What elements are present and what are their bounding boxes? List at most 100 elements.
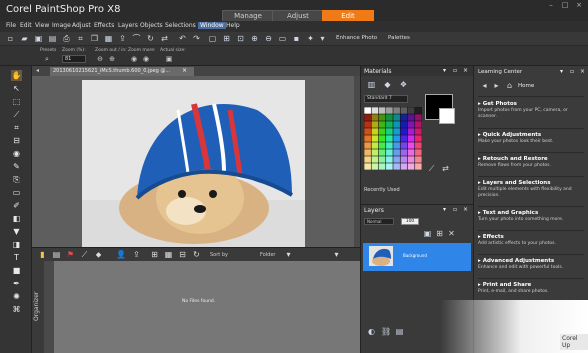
lc-item-effects[interactable]: ▸ Effects Add artistic effects to your p…	[478, 234, 586, 247]
share-icon[interactable]: ⇪	[118, 34, 127, 43]
person-icon[interactable]: 👤	[116, 250, 126, 259]
red-eye-tool-icon[interactable]: ◉	[11, 148, 22, 159]
crop-tool-icon[interactable]: ⌗	[11, 122, 22, 133]
refresh-icon[interactable]: ↻	[192, 250, 201, 259]
frame-mode-icon[interactable]: ▥	[367, 80, 376, 89]
edit-icon[interactable]: ⟋	[80, 250, 89, 259]
materials-menu-icon[interactable]: ▾	[443, 67, 446, 74]
document-tab[interactable]: 20130610215621_iMcS.thumb.600_0.jpeg @..…	[50, 67, 194, 76]
thumbnail-size-icon[interactable]: ▦	[164, 250, 173, 259]
zoom-out-button-icon[interactable]: ⊖	[96, 55, 104, 63]
lc-item-text-graphics[interactable]: ▸ Text and Graphics Turn your photo into…	[478, 210, 586, 223]
menu-help[interactable]: Help	[226, 22, 240, 29]
tab-scroll-left-icon[interactable]: ◂	[36, 67, 39, 74]
straighten-tool-icon[interactable]: ⊟	[11, 135, 22, 146]
tab-adjust[interactable]: Adjust	[272, 10, 324, 21]
zoom-out-icon[interactable]: ⊖	[264, 34, 273, 43]
tag-icon[interactable]: ⬥	[94, 250, 103, 259]
zoom-more-out-icon[interactable]: ◉	[130, 55, 138, 63]
undo-icon[interactable]: ↶	[178, 34, 187, 43]
open-icon[interactable]: ▰	[20, 34, 29, 43]
home-link[interactable]: Home	[518, 83, 534, 89]
fit-window-icon[interactable]: ▭	[278, 34, 287, 43]
layers-pin-icon[interactable]: ▫	[453, 206, 457, 213]
materials-close-icon[interactable]: ×	[463, 67, 468, 74]
new-layer-icon[interactable]: ▣	[423, 229, 432, 238]
layer-group-icon[interactable]: ▤	[395, 327, 404, 336]
flip-icon[interactable]: ⇄	[160, 34, 169, 43]
warp-brush-icon[interactable]: ✺	[11, 291, 22, 302]
menu-selections[interactable]: Selections	[165, 22, 196, 29]
organizer-collapse-icon[interactable]: ▾	[332, 250, 341, 259]
copy-icon[interactable]: ❐	[90, 34, 99, 43]
rotate-icon[interactable]: ↻	[146, 34, 155, 43]
text-tool-icon[interactable]: T	[11, 252, 22, 263]
view-icon[interactable]: ⊞	[150, 250, 159, 259]
update-tooltip[interactable]: Corel Up	[560, 334, 588, 350]
menu-image[interactable]: Image	[52, 22, 71, 29]
organizer-nav-strip[interactable]	[44, 261, 54, 353]
layers-menu-icon[interactable]: ▾	[443, 206, 446, 213]
red-flag-icon[interactable]: ⚑	[66, 250, 75, 259]
home-icon[interactable]: ⌂	[505, 81, 514, 90]
canvas-size-icon[interactable]: ⊡	[236, 34, 245, 43]
crop-icon[interactable]: ⌗	[76, 34, 85, 43]
blend-mode-dropdown[interactable]: Normal	[364, 218, 394, 225]
document-close-icon[interactable]: ×	[182, 67, 187, 74]
clone-tool-icon[interactable]: ⎘	[11, 174, 22, 185]
fill-tool-icon[interactable]: ▼	[11, 226, 22, 237]
zoom-field[interactable]: 81	[62, 55, 86, 63]
layer-mask-icon[interactable]: ◐	[367, 327, 376, 336]
menu-edit[interactable]: Edit	[20, 22, 32, 29]
materials-pin-icon[interactable]: ▫	[453, 67, 457, 74]
gradient-tool-icon[interactable]: ◨	[11, 239, 22, 250]
print-icon[interactable]: ⎙	[62, 34, 71, 43]
dropdown-chevron-icon[interactable]: ▾	[284, 250, 293, 259]
lc-item-advanced-adjustments[interactable]: ▸ Advanced Adjustments Enhance and edit …	[478, 258, 586, 271]
close-icon[interactable]: ×	[572, 1, 586, 9]
minimize-icon[interactable]: –	[544, 1, 558, 9]
lc-item-get-photos[interactable]: ▸ Get Photos Import photos from your PC,…	[478, 101, 586, 120]
selection-tool-icon[interactable]: ⬚	[11, 96, 22, 107]
scratch-remover-icon[interactable]: ▭	[11, 187, 22, 198]
learning-close-icon[interactable]: ×	[580, 68, 585, 75]
folder-icon[interactable]: ▮	[38, 250, 47, 259]
full-screen-icon[interactable]: ▪	[292, 34, 301, 43]
enhance-photo-dropdown[interactable]: Enhance Photo	[336, 35, 377, 41]
lc-item-layers-selections[interactable]: ▸ Layers and Selections Edit multiple el…	[478, 180, 586, 199]
menu-file[interactable]: File	[6, 22, 16, 29]
menu-view[interactable]: View	[35, 22, 49, 29]
tab-manage[interactable]: Manage	[222, 10, 274, 21]
lc-item-retouch-restore[interactable]: ▸ Retouch and Restore Remove flaws from …	[478, 156, 586, 169]
layer-row-background[interactable]: Background	[363, 243, 471, 271]
zoom-more-in-icon[interactable]: ◉	[142, 55, 150, 63]
navigation-icon[interactable]: ▤	[52, 250, 61, 259]
toolbar-options-icon[interactable]: ▾	[318, 34, 327, 43]
paste-icon[interactable]: ▦	[104, 34, 113, 43]
tab-edit[interactable]: Edit	[322, 10, 374, 21]
magic-wand-icon[interactable]: ✦	[306, 34, 315, 43]
pan-tool-icon[interactable]: ✋	[11, 70, 22, 81]
menu-adjust[interactable]: Adjust	[72, 22, 91, 29]
color-swatches[interactable]	[364, 107, 422, 170]
pick-tool-icon[interactable]: ↖	[11, 83, 22, 94]
disabled-icon[interactable]: ⌒	[132, 34, 141, 43]
share-up-icon[interactable]: ⇪	[132, 250, 141, 259]
learning-pin-icon[interactable]: ▫	[570, 68, 574, 75]
actual-size-icon[interactable]: ▣	[165, 55, 173, 63]
filter-icon[interactable]: ⊟	[178, 250, 187, 259]
lc-item-print-share[interactable]: ▸ Print and Share Print, e-mail, and sha…	[478, 282, 586, 295]
resize-icon[interactable]: ⊞	[222, 34, 231, 43]
maximize-icon[interactable]: □	[558, 1, 572, 9]
rainbow-mode-icon[interactable]: ◆	[383, 80, 392, 89]
duplicate-layer-icon[interactable]: ⊞	[435, 229, 444, 238]
layers-close-icon[interactable]: ×	[463, 206, 468, 213]
new-file-icon[interactable]: ▫	[6, 34, 15, 43]
forward-icon[interactable]: ▸	[492, 81, 501, 90]
layer-link-icon[interactable]: ⛓	[381, 327, 391, 336]
eyedropper-icon[interactable]: ⟋	[427, 164, 436, 173]
mesh-warp-icon[interactable]: ⌘	[11, 304, 22, 315]
sort-folder-dropdown[interactable]: Folder	[260, 252, 275, 258]
learning-menu-icon[interactable]: ▾	[560, 68, 563, 75]
palettes-dropdown[interactable]: Palettes	[388, 35, 410, 41]
